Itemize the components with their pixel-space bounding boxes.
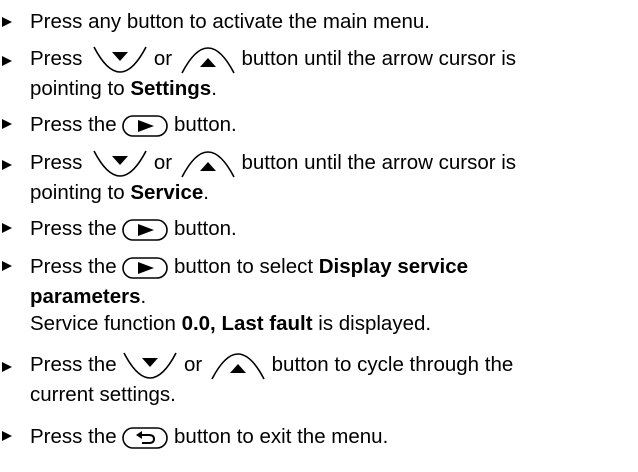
bullet-icon <box>2 160 12 170</box>
step-3-pre-text: Press the <box>30 113 117 136</box>
step-6-period: . <box>140 285 147 308</box>
step-7-line-1: Press the or button to cycle through the <box>30 348 636 381</box>
bullet-icon <box>2 223 12 233</box>
step-8-pre-text: Press the <box>30 425 117 448</box>
step-4-press-text: Press <box>30 151 83 174</box>
note-post-text: is displayed. <box>312 312 432 335</box>
step-4-period: . <box>203 181 209 204</box>
step-2-pointing-text: pointing to <box>30 77 131 100</box>
step-2-or-text: or <box>153 47 173 70</box>
down-arrow-button-icon <box>92 45 148 75</box>
step-5-pre-text: Press the <box>30 217 117 240</box>
step-8-line: Press the button to exit the menu. <box>30 420 636 453</box>
back-return-button-icon <box>122 426 169 450</box>
step-4-after-text: button until the arrow cursor is <box>241 151 517 174</box>
step-5-post-text: button. <box>174 217 237 240</box>
step-6-line-2: parameters. <box>30 283 636 310</box>
bullet-icon <box>2 56 12 66</box>
step-2-period: . <box>211 77 217 100</box>
step-3-post-text: button. <box>174 113 237 136</box>
service-label: Service <box>130 181 204 204</box>
bullet-icon <box>2 362 12 372</box>
parameters-label: parameters <box>30 285 141 308</box>
step-5-line: Press the button. <box>30 212 636 245</box>
last-fault-label: 0.0, Last fault <box>181 312 313 335</box>
down-arrow-button-icon <box>92 149 148 179</box>
step-6-note: Service function 0.0, Last fault is disp… <box>30 310 636 337</box>
step-4-pointing-text: pointing to <box>30 181 131 204</box>
step-7-or-text: or <box>184 353 203 376</box>
step-1-text: Press any button to activate the main me… <box>30 10 430 33</box>
step-4-line-2: pointing to Service. <box>30 179 636 206</box>
up-arrow-button-icon <box>180 149 236 179</box>
step-2-after-text: button until the arrow cursor is <box>241 47 517 70</box>
instruction-list: Press any button to activate the main me… <box>0 0 638 472</box>
step-6-line-1: Press the button to select Display servi… <box>30 250 636 283</box>
settings-label: Settings <box>130 77 212 100</box>
bullet-icon <box>2 431 12 441</box>
step-2-press-text: Press <box>30 47 83 70</box>
step-2-line-2: pointing to Settings. <box>30 75 636 102</box>
step-4-line-1: Press or button until the arrow cursor i… <box>30 146 636 179</box>
bullet-icon <box>2 17 12 27</box>
down-arrow-button-icon <box>122 351 178 381</box>
up-arrow-button-icon <box>210 351 266 381</box>
right-arrow-button-icon <box>122 114 169 138</box>
step-8-post-text: button to exit the menu. <box>174 425 389 448</box>
step-7-after-text: button to cycle through the <box>271 353 514 376</box>
up-arrow-button-icon <box>180 45 236 75</box>
step-7-pre-text: Press the <box>30 353 117 376</box>
step-7-line-2: current settings. <box>30 383 176 406</box>
display-service-label: Display service <box>318 255 469 278</box>
right-arrow-button-icon <box>122 256 169 280</box>
right-arrow-button-icon <box>122 218 169 242</box>
bullet-icon <box>2 261 12 271</box>
step-4-or-text: or <box>153 151 173 174</box>
step-6-pre-text: Press the <box>30 255 117 278</box>
step-6-post-text: button to select <box>174 255 319 278</box>
bullet-icon <box>2 119 12 129</box>
note-pre-text: Service function <box>30 312 182 335</box>
step-2-line-1: Press or button until the arrow cursor i… <box>30 42 636 75</box>
step-3-line: Press the button. <box>30 108 636 141</box>
